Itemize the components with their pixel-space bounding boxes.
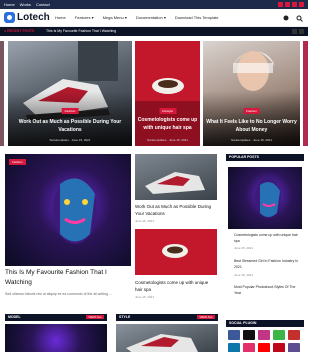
- instagram-icon[interactable]: [292, 2, 297, 7]
- slide-category-badge[interactable]: Fashion: [243, 108, 260, 114]
- section-label: STYLE: [119, 315, 131, 319]
- facebook-icon[interactable]: [228, 330, 240, 340]
- recent-posts-ticker: ● RECENT POSTS This Is My Favourite Fash…: [0, 27, 308, 36]
- slide-card[interactable]: [303, 41, 308, 146]
- twitch-icon[interactable]: [288, 343, 300, 352]
- section-heading-model: MODEL VIEW ALL: [5, 314, 107, 321]
- popular-post-title[interactable]: Cosmetologists come up with unique hair …: [234, 232, 302, 244]
- slide-title[interactable]: What It Feels Like to No Longer Worry Ab…: [206, 118, 297, 134]
- twitter-icon[interactable]: [285, 2, 290, 7]
- slide-meta: Soratemplates · June 15, 2021: [146, 138, 189, 142]
- feature-excerpt: Sed ullamco laboris nisi ut aliquip ex e…: [5, 292, 112, 296]
- site-header: Lotech Home Features ▾ Mega Menu ▾ Docum…: [0, 9, 308, 27]
- feature-title[interactable]: This Is My Favourite Fashion That I Watc…: [5, 268, 131, 288]
- social-plugin-heading: SOCIAL PLUGIN: [226, 320, 304, 327]
- widget-title: SOCIAL PLUGIN: [229, 321, 257, 325]
- post-title[interactable]: Work Out as Much as Possible During Your…: [135, 203, 217, 217]
- post-title[interactable]: Cosmetologists come up with unique hair …: [135, 279, 217, 293]
- linkedin-icon[interactable]: [228, 343, 240, 352]
- slide-meta: Soratemplates · June 15, 2021: [230, 138, 273, 142]
- dribbble-icon[interactable]: [243, 343, 255, 352]
- widget-title: POPULAR POSTS: [229, 155, 259, 159]
- slide-card[interactable]: Fashion What It Feels Like to No Longer …: [203, 41, 300, 146]
- popular-post-date: June 15, 2021: [234, 273, 254, 277]
- site-logo[interactable]: Lotech: [4, 12, 50, 23]
- instagram-icon[interactable]: [258, 330, 270, 340]
- top-bar: Home Works Contact: [0, 0, 308, 9]
- post-thumbnail[interactable]: [135, 229, 217, 275]
- youtube-icon[interactable]: [258, 343, 270, 352]
- topbar-link-home[interactable]: Home: [4, 1, 15, 8]
- slide-category-badge[interactable]: Fashion: [61, 108, 79, 114]
- whatsapp-icon[interactable]: [273, 330, 285, 340]
- slide-card[interactable]: Fashion Work Out as Much as Possible Dur…: [8, 41, 132, 146]
- section-post-image[interactable]: [116, 324, 218, 352]
- topbar-link-contact[interactable]: Contact: [36, 1, 50, 8]
- pinterest-icon[interactable]: [273, 343, 285, 352]
- post-thumbnail[interactable]: [135, 154, 217, 200]
- popular-post-title[interactable]: Best Streamed Girl In Fashion Industry I…: [234, 258, 302, 270]
- view-all-button[interactable]: VIEW ALL: [86, 315, 104, 319]
- pinterest-icon[interactable]: [299, 2, 304, 7]
- nav-item-home[interactable]: Home: [55, 14, 66, 22]
- search-icon[interactable]: [296, 15, 303, 22]
- slide-card[interactable]: Lifestyle Cosmetologists come up with un…: [135, 41, 200, 146]
- topbar-link-works[interactable]: Works: [20, 1, 31, 8]
- neon-portrait-image: [255, 178, 281, 218]
- dark-mode-icon[interactable]: [283, 15, 290, 21]
- view-all-button[interactable]: VIEW ALL: [197, 315, 215, 319]
- popular-post-date: June 15, 2021: [234, 246, 254, 250]
- logo-icon: [4, 12, 15, 23]
- logo-text: Lotech: [17, 12, 50, 23]
- popular-post-image[interactable]: [228, 167, 302, 229]
- feature-image[interactable]: Fashion: [5, 154, 131, 266]
- slide-title[interactable]: Cosmetologists come up with unique hair …: [137, 116, 198, 132]
- popular-post-title[interactable]: Most Popular Photoshoot Styles Of The Ye…: [234, 284, 302, 296]
- nav-item-features[interactable]: Features ▾: [75, 14, 94, 22]
- nav-item-download[interactable]: Download This Template: [175, 14, 219, 22]
- popular-posts-heading: POPULAR POSTS: [226, 154, 304, 161]
- ticker-text[interactable]: This Is My Favourite Fashion That I Watc…: [46, 29, 116, 33]
- neon-portrait-image: [53, 176, 97, 244]
- pinterest-icon[interactable]: [288, 330, 300, 340]
- section-label: MODEL: [8, 315, 21, 319]
- ticker-prev-icon[interactable]: [292, 29, 297, 34]
- slide-title[interactable]: Work Out as Much as Possible During Your…: [14, 118, 126, 134]
- sneaker-image: [145, 172, 205, 194]
- slide-card[interactable]: [0, 41, 4, 146]
- nav-item-documentation[interactable]: Documentation ▾: [136, 14, 166, 22]
- ticker-next-icon[interactable]: [299, 29, 304, 34]
- slide-category-badge[interactable]: Lifestyle: [158, 108, 177, 114]
- social-plugin-grid: [228, 330, 300, 352]
- nav-item-mega-menu[interactable]: Mega Menu ▾: [103, 14, 127, 22]
- section-heading-style: STYLE VIEW ALL: [116, 314, 218, 321]
- post-date: June 15, 2021: [135, 219, 155, 223]
- post-date: June 15, 2021: [135, 295, 155, 299]
- facebook-icon[interactable]: [278, 2, 283, 7]
- twitter-icon[interactable]: [243, 330, 255, 340]
- feature-category-badge[interactable]: Fashion: [9, 159, 26, 165]
- coffee-image: [162, 244, 188, 258]
- section-post-image[interactable]: [5, 324, 107, 352]
- slide-meta: Soratemplates · June 15, 2021: [49, 138, 91, 142]
- ticker-label: ● RECENT POSTS: [4, 29, 35, 33]
- sneaker-image: [126, 334, 198, 352]
- main-nav: Home Features ▾ Mega Menu ▾ Documentatio…: [55, 14, 219, 22]
